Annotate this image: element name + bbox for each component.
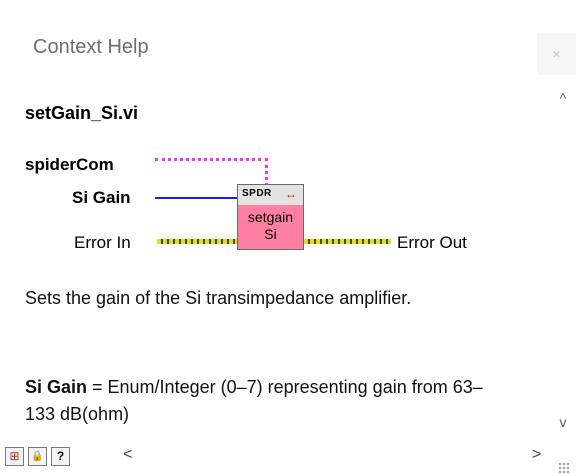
error-in-wire xyxy=(157,239,237,244)
scroll-right-icon[interactable]: > xyxy=(532,446,541,464)
window-title: Context Help xyxy=(33,36,149,58)
vi-icon-line1: setgain xyxy=(247,209,294,225)
help-toolbar: ⊞ 🔒 ? < > xyxy=(0,444,576,476)
vi-description: Sets the gain of the Si transimpedance a… xyxy=(25,288,412,308)
vi-icon-banner: SPDR ↔ xyxy=(238,185,303,205)
error-out-wire xyxy=(304,239,391,244)
lock-icon[interactable]: 🔒 xyxy=(28,447,47,466)
spidercom-wire xyxy=(155,158,268,161)
vi-icon-body: setgain Si xyxy=(238,205,303,249)
si-gain-wire xyxy=(155,197,238,199)
parameter-text: = Enum/Integer (0–7) representing gain f… xyxy=(25,377,483,424)
terminal-spidercom: spiderCom xyxy=(25,155,114,174)
vi-icon-brand: SPDR xyxy=(242,188,272,199)
show-optional-terminals-icon[interactable]: ⊞ xyxy=(5,447,24,466)
terminal-error-out: Error Out xyxy=(397,233,467,252)
exchange-arrow-icon: ↔ xyxy=(285,187,297,201)
scroll-left-icon[interactable]: < xyxy=(123,446,132,464)
scroll-down-icon[interactable]: v xyxy=(550,414,576,430)
parameter-description: Si Gain = Enum/Integer (0–7) representin… xyxy=(25,374,505,428)
scroll-up-icon[interactable]: ^ xyxy=(550,90,576,106)
close-button[interactable]: × xyxy=(537,33,576,75)
detailed-help-icon[interactable]: ? xyxy=(51,447,70,466)
vi-icon: SPDR ↔ setgain Si xyxy=(237,184,304,250)
vi-icon-line2: Si xyxy=(264,226,277,242)
help-content: setGain_Si.vi spiderCom Si Gain Error In… xyxy=(0,84,550,434)
context-help-window: Context Help × setGain_Si.vi spiderCom S… xyxy=(0,0,576,476)
vertical-scrollbar[interactable]: ^ v xyxy=(550,84,576,434)
terminal-si-gain: Si Gain xyxy=(72,188,131,207)
resize-grip-icon[interactable] xyxy=(558,462,570,474)
spidercom-wire-drop xyxy=(265,158,268,186)
vi-name: setGain_Si.vi xyxy=(25,103,139,123)
terminal-error-in: Error In xyxy=(74,233,131,252)
parameter-name: Si Gain xyxy=(25,377,88,397)
